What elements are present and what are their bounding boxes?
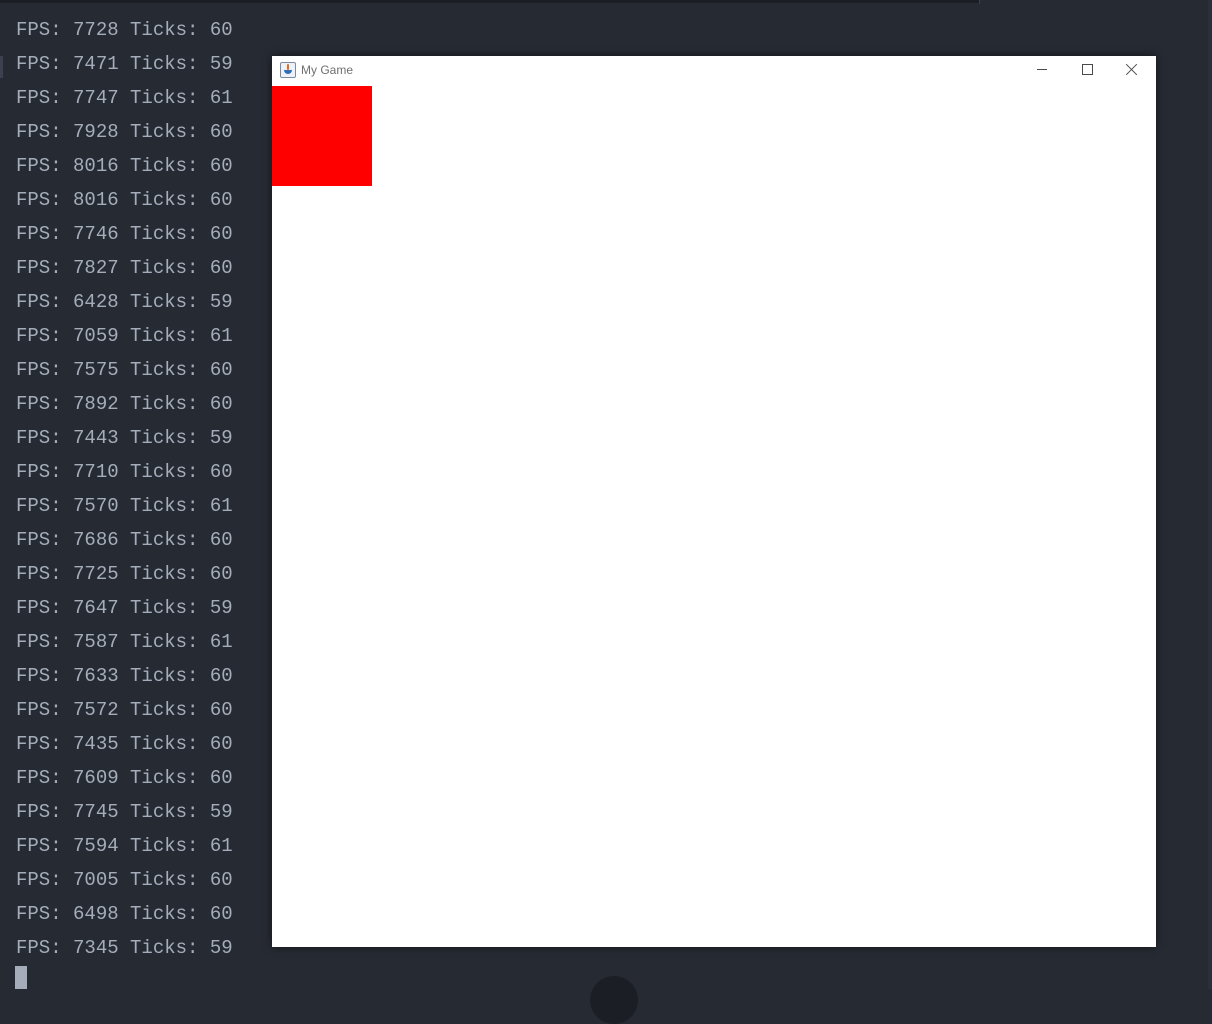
maximize-button[interactable] xyxy=(1064,56,1109,84)
console-line: FPS: 7575 Ticks: 60 xyxy=(16,359,233,381)
console-line: FPS: 7728 Ticks: 60 xyxy=(16,19,233,41)
divider-tick xyxy=(979,0,980,4)
console-output: FPS: 7728 Ticks: 60 FPS: 7471 Ticks: 59 … xyxy=(16,13,233,965)
game-canvas[interactable] xyxy=(272,86,1156,947)
console-line: FPS: 7686 Ticks: 60 xyxy=(16,529,233,551)
scrollbar-track[interactable] xyxy=(1208,0,1212,989)
top-divider xyxy=(0,0,980,3)
console-line: FPS: 7587 Ticks: 61 xyxy=(16,631,233,653)
console-line: FPS: 7710 Ticks: 60 xyxy=(16,461,233,483)
console-input-cursor[interactable] xyxy=(15,966,27,989)
console-line: FPS: 7609 Ticks: 60 xyxy=(16,767,233,789)
console-line: FPS: 7647 Ticks: 59 xyxy=(16,597,233,619)
console-line: FPS: 8016 Ticks: 60 xyxy=(16,189,233,211)
dock-handle[interactable] xyxy=(590,976,638,1024)
console-line: FPS: 7443 Ticks: 59 xyxy=(16,427,233,449)
close-icon xyxy=(1126,63,1138,75)
console-line: FPS: 7745 Ticks: 59 xyxy=(16,801,233,823)
console-line: FPS: 6498 Ticks: 60 xyxy=(16,903,233,925)
minimize-button[interactable] xyxy=(1019,56,1064,84)
console-line: FPS: 7435 Ticks: 60 xyxy=(16,733,233,755)
console-line: FPS: 7827 Ticks: 60 xyxy=(16,257,233,279)
console-line: FPS: 7746 Ticks: 60 xyxy=(16,223,233,245)
console-line: FPS: 7570 Ticks: 61 xyxy=(16,495,233,517)
console-line: FPS: 7345 Ticks: 59 xyxy=(16,937,233,959)
console-line: FPS: 6428 Ticks: 59 xyxy=(16,291,233,313)
console-line: FPS: 7059 Ticks: 61 xyxy=(16,325,233,347)
maximize-icon xyxy=(1082,64,1093,75)
gutter-marker xyxy=(0,56,3,78)
player-square xyxy=(272,86,372,186)
java-app-icon[interactable] xyxy=(280,62,296,78)
game-window[interactable]: My Game xyxy=(272,56,1156,947)
console-line: FPS: 7747 Ticks: 61 xyxy=(16,87,233,109)
console-line: FPS: 7594 Ticks: 61 xyxy=(16,835,233,857)
console-line: FPS: 7633 Ticks: 60 xyxy=(16,665,233,687)
minimize-icon xyxy=(1037,69,1047,70)
console-line: FPS: 7005 Ticks: 60 xyxy=(16,869,233,891)
window-title: My Game xyxy=(301,63,354,77)
window-titlebar[interactable]: My Game xyxy=(272,56,1156,86)
console-line: FPS: 7572 Ticks: 60 xyxy=(16,699,233,721)
console-line: FPS: 7892 Ticks: 60 xyxy=(16,393,233,415)
console-line: FPS: 7471 Ticks: 59 xyxy=(16,53,233,75)
console-line: FPS: 7725 Ticks: 60 xyxy=(16,563,233,585)
close-button[interactable] xyxy=(1110,56,1155,84)
console-line: FPS: 8016 Ticks: 60 xyxy=(16,155,233,177)
console-line: FPS: 7928 Ticks: 60 xyxy=(16,121,233,143)
